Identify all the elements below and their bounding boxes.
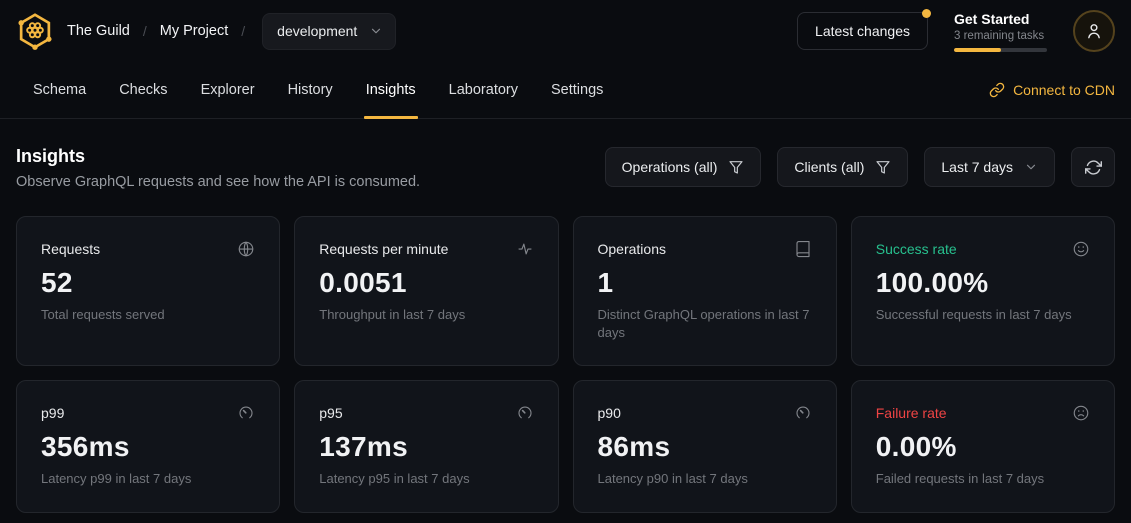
period-select-value: Last 7 days [941,159,1013,175]
card-title: p95 [319,405,342,421]
operations-filter-label: Operations (all) [622,159,718,175]
filters-toolbar: Operations (all) Clients (all) Last 7 da… [605,147,1115,187]
frown-icon [1072,404,1090,422]
card-value: 52 [41,267,255,299]
latest-changes-label: Latest changes [815,23,910,39]
card-value: 86ms [598,431,812,463]
tab-settings[interactable]: Settings [551,62,603,118]
gauge-icon [794,404,812,422]
stat-card: p95 137ms Latency p95 in last 7 days [294,380,558,513]
card-description: Latency p90 in last 7 days [598,470,812,488]
card-title: Requests [41,241,100,257]
card-value: 0.0051 [319,267,533,299]
clients-filter-button[interactable]: Clients (all) [777,147,908,187]
stat-card: Operations 1 Distinct GraphQL operations… [573,216,837,366]
stats-grid: Requests 52 Total requests served Reques… [16,216,1115,513]
latest-changes-button[interactable]: Latest changes [797,12,928,50]
get-started-subtitle: 3 remaining tasks [954,30,1047,42]
operations-filter-button[interactable]: Operations (all) [605,147,762,187]
card-description: Distinct GraphQL operations in last 7 da… [598,306,812,341]
card-title: Operations [598,241,666,257]
main-nav: Schema Checks Explorer History Insights … [0,62,1131,119]
target-selector-value: development [277,23,357,39]
card-description: Throughput in last 7 days [319,306,533,324]
card-title: Failure rate [876,405,947,421]
card-title: Success rate [876,241,957,257]
stat-card: p90 86ms Latency p90 in last 7 days [573,380,837,513]
card-title: p99 [41,405,64,421]
tab-checks[interactable]: Checks [119,62,167,118]
stat-card: p99 356ms Latency p99 in last 7 days [16,380,280,513]
user-icon [1084,21,1104,41]
breadcrumb-project[interactable]: My Project [160,23,229,39]
page-subtitle: Observe GraphQL requests and see how the… [16,174,420,190]
page-head: Insights Observe GraphQL requests and se… [16,146,1115,190]
avatar[interactable] [1073,10,1115,52]
book-icon [794,240,812,258]
page-title: Insights [16,146,420,167]
filter-funnel-icon [875,159,891,175]
nav-tabs: Schema Checks Explorer History Insights … [16,62,603,118]
card-description: Failed requests in last 7 days [876,470,1090,488]
tab-insights[interactable]: Insights [366,62,416,118]
get-started-title: Get Started [954,11,1047,27]
get-started-progress-fill [954,48,1001,52]
tab-schema[interactable]: Schema [33,62,86,118]
globe-icon [237,240,255,258]
tab-history[interactable]: History [288,62,333,118]
card-value: 1 [598,267,812,299]
link-icon [989,82,1005,98]
smile-icon [1072,240,1090,258]
breadcrumb-separator: / [241,23,245,39]
card-title: Requests per minute [319,241,448,257]
gauge-icon [237,404,255,422]
filter-funnel-icon [728,159,744,175]
breadcrumb: The Guild / My Project / development [16,12,396,50]
card-description: Latency p99 in last 7 days [41,470,255,488]
gauge-icon [516,404,534,422]
card-value: 356ms [41,431,255,463]
breadcrumb-separator: / [143,23,147,39]
page-head-text: Insights Observe GraphQL requests and se… [16,146,420,190]
get-started-progress-bar [954,48,1047,52]
card-description: Latency p95 in last 7 days [319,470,533,488]
activity-icon [516,240,534,258]
stat-card: Requests 52 Total requests served [16,216,280,366]
get-started-widget[interactable]: Get Started 3 remaining tasks [954,11,1047,52]
card-description: Total requests served [41,306,255,324]
connect-to-cdn-link[interactable]: Connect to CDN [989,82,1115,98]
notification-dot-icon [922,9,931,18]
refresh-button[interactable] [1071,147,1115,187]
guild-logo-icon[interactable] [16,12,54,50]
tab-laboratory[interactable]: Laboratory [449,62,518,118]
header-right: Latest changes Get Started 3 remaining t… [797,10,1115,52]
breadcrumb-org[interactable]: The Guild [67,23,130,39]
card-value: 100.00% [876,267,1090,299]
refresh-icon [1085,159,1102,176]
stat-card: Failure rate 0.00% Failed requests in la… [851,380,1115,513]
tab-explorer[interactable]: Explorer [201,62,255,118]
connect-to-cdn-label: Connect to CDN [1013,82,1115,98]
card-value: 0.00% [876,431,1090,463]
insights-page: Insights Observe GraphQL requests and se… [0,146,1131,513]
clients-filter-label: Clients (all) [794,159,864,175]
target-selector[interactable]: development [262,13,396,50]
chevron-down-icon [1024,160,1038,174]
stat-card: Success rate 100.00% Successful requests… [851,216,1115,366]
card-value: 137ms [319,431,533,463]
card-description: Successful requests in last 7 days [876,306,1090,324]
chevron-down-icon [369,24,383,38]
period-select[interactable]: Last 7 days [924,147,1055,187]
top-header: The Guild / My Project / development Lat… [0,0,1131,62]
stat-card: Requests per minute 0.0051 Throughput in… [294,216,558,366]
card-title: p90 [598,405,621,421]
